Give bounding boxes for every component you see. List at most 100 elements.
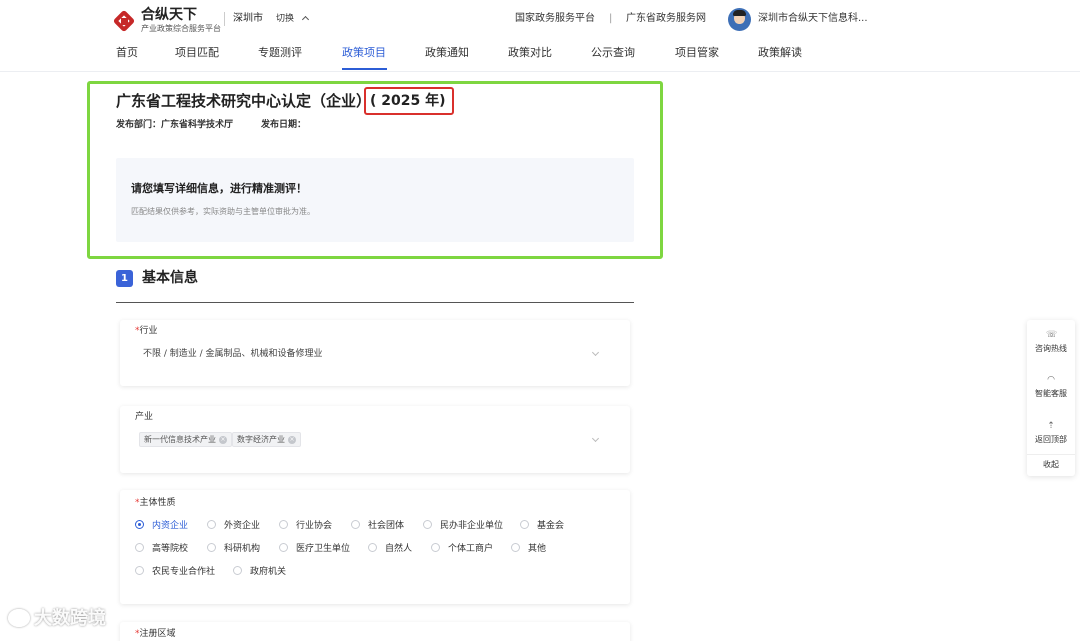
nav-project-manager[interactable]: 项目管家: [675, 46, 719, 64]
back-to-top-label: 返回顶部: [1035, 435, 1067, 444]
radio-label: 行业协会: [296, 521, 333, 531]
current-city: 深圳市: [224, 12, 263, 26]
radio-icon: [520, 520, 529, 529]
radio-icon: [351, 520, 360, 529]
radio-government-agency[interactable]: 政府机关: [233, 566, 286, 578]
region-label: *注册区域: [135, 628, 176, 640]
tag-close-icon[interactable]: ×: [288, 435, 296, 444]
chanye-tag-label: 数字经济产业: [237, 435, 285, 444]
radio-label: 高等院校: [152, 544, 189, 554]
radio-checked-icon: [135, 520, 144, 529]
prompt-subtitle: 匹配结果仅供参考，实际资助与主管单位审批为准。: [131, 207, 315, 216]
radio-university[interactable]: 高等院校: [135, 543, 188, 555]
watermark-logo-icon: [8, 609, 30, 627]
radio-label: 社会团体: [368, 521, 405, 531]
city-switch-label: 切换: [276, 14, 295, 24]
entity-type-label-text: 主体性质: [139, 498, 176, 508]
brand-name: 合纵天下: [141, 7, 197, 23]
radio-icon: [135, 543, 144, 552]
region-label-text: 注册区域: [139, 629, 176, 639]
radio-label: 医疗卫生单位: [296, 544, 351, 554]
radio-icon: [431, 543, 440, 552]
radio-icon: [135, 566, 144, 575]
radio-label: 外资企业: [224, 521, 261, 531]
prompt-title: 请您填写详细信息，进行精准测评！: [131, 182, 307, 195]
industry-label-text: 行业: [139, 326, 158, 336]
radio-other[interactable]: 其他: [511, 543, 546, 555]
chanye-label: 产业: [135, 412, 154, 422]
industry-label: *行业: [135, 325, 158, 337]
publish-date: 发布日期：: [261, 120, 307, 130]
nav-project-match[interactable]: 项目匹配: [175, 46, 219, 64]
radio-industry-association[interactable]: 行业协会: [279, 520, 332, 532]
link-guangdong-portal[interactable]: 广东省政务服务网: [626, 12, 706, 26]
headset-icon: ◠: [1047, 375, 1055, 385]
radio-farmer-cooperative[interactable]: 农民专业合作社: [135, 566, 215, 578]
hotline-label: 咨询热线: [1035, 344, 1067, 353]
radio-label: 自然人: [385, 544, 413, 554]
phone-icon: ☏: [1046, 330, 1058, 340]
radio-icon: [279, 543, 288, 552]
smart-service-button[interactable]: ◠ 智能客服: [1027, 369, 1075, 405]
section-number-badge: 1: [116, 270, 133, 287]
header-separator: |: [609, 13, 613, 24]
evaluation-prompt-card: [116, 158, 634, 242]
user-company-name[interactable]: 深圳市合纵天下信息科...: [758, 12, 868, 26]
brand-subtitle: 产业政策综合服务平台: [141, 24, 221, 33]
radio-individual-business[interactable]: 个体工商户: [431, 543, 493, 555]
watermark: 大数跨境: [8, 606, 106, 632]
smart-service-label: 智能客服: [1035, 389, 1067, 398]
radio-icon: [233, 566, 242, 575]
industry-cascader[interactable]: 不限 / 制造业 / 金属制品、机械和设备修理业: [143, 348, 603, 362]
section-divider: [116, 302, 634, 303]
chanye-tag: 新一代信息技术产业 ×: [139, 432, 232, 447]
industry-value: 不限 / 制造业 / 金属制品、机械和设备修理业: [143, 349, 323, 359]
region-field-card: [120, 622, 630, 641]
user-avatar[interactable]: [728, 8, 751, 31]
nav-topic-evaluation[interactable]: 专题测评: [258, 46, 302, 64]
radio-medical-unit[interactable]: 医疗卫生单位: [279, 543, 350, 555]
radio-icon: [207, 520, 216, 529]
section-title: 基本信息: [142, 270, 198, 286]
nav-policy-projects[interactable]: 政策项目: [342, 46, 386, 64]
radio-icon: [511, 543, 520, 552]
radio-label: 内资企业: [152, 521, 189, 531]
tag-close-icon[interactable]: ×: [219, 435, 227, 444]
radio-icon: [279, 520, 288, 529]
chevron-up-icon: [301, 15, 309, 24]
radio-foreign-enterprise[interactable]: 外资企业: [207, 520, 260, 532]
publish-department: 发布部门：广东省科学技术厅: [116, 120, 234, 130]
nav-home[interactable]: 首页: [116, 46, 138, 64]
nav-policy-compare[interactable]: 政策对比: [508, 46, 552, 64]
nav-policy-notices[interactable]: 政策通知: [425, 46, 469, 64]
hotline-button[interactable]: ☏ 咨询热线: [1027, 324, 1075, 360]
radio-social-group[interactable]: 社会团体: [351, 520, 404, 532]
nav-policy-interpretation[interactable]: 政策解读: [758, 46, 802, 64]
page-year: ( 2025 年): [370, 93, 446, 109]
chanye-tag-label: 新一代信息技术产业: [144, 435, 216, 444]
radio-icon: [423, 520, 432, 529]
collapse-button[interactable]: 收起: [1027, 460, 1075, 470]
radio-icon: [368, 543, 377, 552]
radio-label: 民办非企业单位: [440, 521, 504, 531]
radio-domestic-enterprise[interactable]: 内资企业: [135, 520, 188, 532]
brand-logo-icon: [112, 9, 136, 32]
radio-label: 科研机构: [224, 544, 261, 554]
watermark-text: 大数跨境: [34, 608, 106, 629]
back-to-top-button[interactable]: ⇡ 返回顶部: [1027, 415, 1075, 451]
entity-type-label: *主体性质: [135, 497, 176, 509]
link-national-portal[interactable]: 国家政务服务平台: [515, 12, 595, 26]
nav-public-query[interactable]: 公示查询: [591, 46, 635, 64]
brand-logo[interactable]: 合纵天下 产业政策综合服务平台: [112, 7, 221, 34]
radio-label: 农民专业合作社: [152, 567, 216, 577]
radio-label: 其他: [528, 544, 547, 554]
radio-private-nonenterprise[interactable]: 民办非企业单位: [423, 520, 503, 532]
page-title: 广东省工程技术研究中心认定（企业）: [116, 92, 372, 110]
chanye-tag: 数字经济产业 ×: [232, 432, 301, 447]
radio-foundation[interactable]: 基金会: [520, 520, 564, 532]
arrow-up-icon: ⇡: [1047, 421, 1055, 431]
radio-natural-person[interactable]: 自然人: [368, 543, 412, 555]
radio-research-institute[interactable]: 科研机构: [207, 543, 260, 555]
nav-active-indicator: [342, 68, 387, 70]
city-switch-button[interactable]: 切换: [276, 12, 309, 26]
